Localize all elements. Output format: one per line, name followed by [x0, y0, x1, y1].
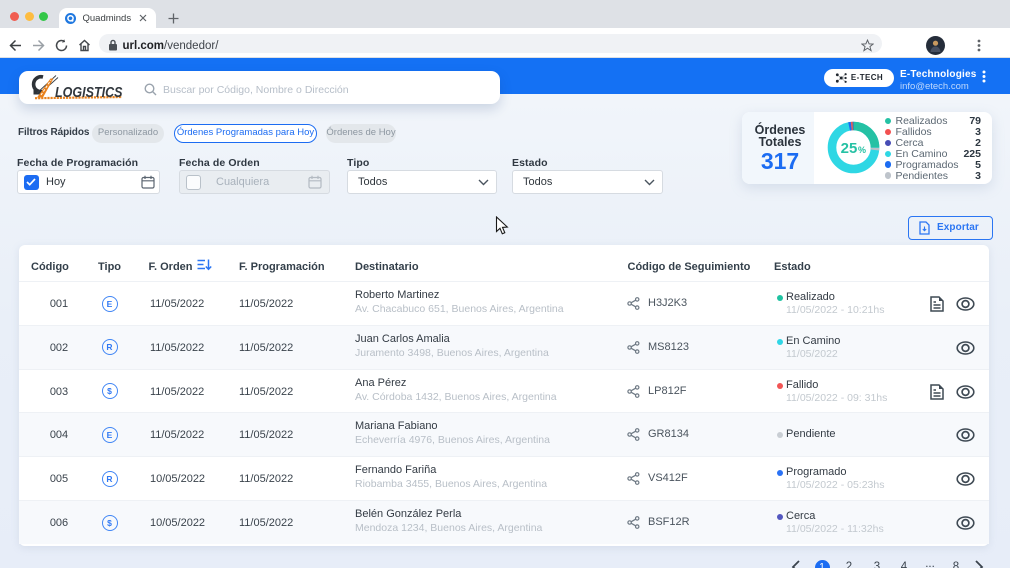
svg-text:%: %: [858, 145, 866, 155]
svg-text:25: 25: [841, 140, 858, 157]
svg-text:LOGISTICS: LOGISTICS: [55, 85, 123, 101]
